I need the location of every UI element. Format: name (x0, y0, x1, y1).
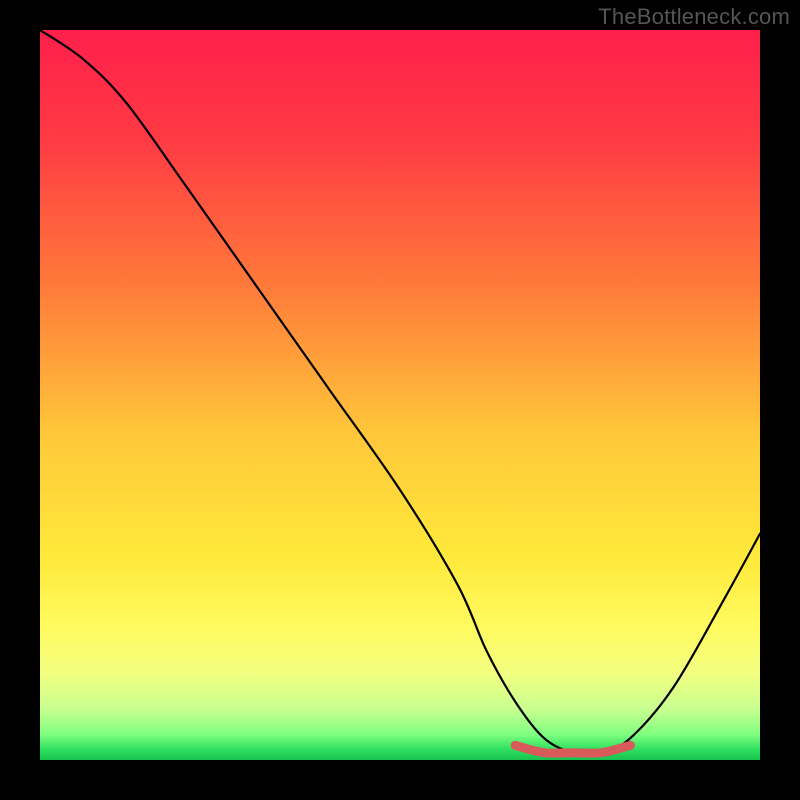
watermark-text: TheBottleneck.com (598, 4, 790, 30)
curve-layer (40, 30, 760, 760)
optimal-range-marker (515, 745, 630, 753)
chart-frame: TheBottleneck.com (0, 0, 800, 800)
plot-area (40, 30, 760, 760)
bottleneck-curve (40, 30, 760, 755)
